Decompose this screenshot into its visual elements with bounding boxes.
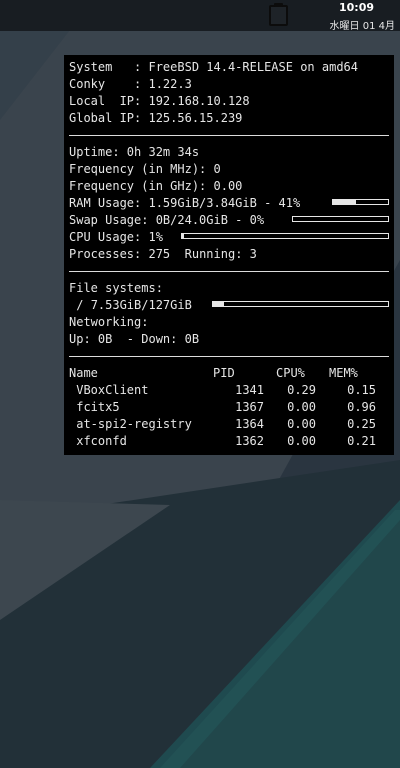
local-ip-row: Local IP: 192.168.10.128 [69,93,389,110]
cpu-usage-bar [181,233,389,239]
swap-usage-value: 0B/24.0GiB - 0% [155,213,265,227]
cpu-usage-value: 1% [148,230,163,244]
processes-row: Processes: 275 Running: 3 [69,246,389,263]
frequency-ghz-label: Frequency (in GHz): [69,179,214,193]
filesystem-usage-bar [212,301,389,307]
process-cpu: 0.29 [287,383,316,397]
divider [69,356,389,357]
process-mem: 0.21 [347,434,376,448]
conky-version-row: Conky : 1.22.3 [69,76,389,93]
networking-title: Networking: [69,315,149,329]
filesystems-title: File systems: [69,281,163,295]
swap-usage-bar [292,216,389,222]
divider [69,271,389,272]
uptime-label: Uptime: [69,145,127,159]
up-label: Up: [69,332,98,346]
filesystem-usage-value: 7.53GiB/127GiB [90,298,192,312]
running-label: Running: [170,247,250,261]
cpu-usage-bar-fill [182,234,185,238]
clipboard-icon[interactable] [269,3,288,26]
conky-widget: System : FreeBSD 14.4-RELEASE on amd64 C… [64,55,394,455]
filesystem-mount: / [69,298,91,312]
frequency-mhz-value: 0 [213,162,221,176]
filesystem-usage-bar-fill [213,302,224,306]
processes-value: 275 [148,247,171,261]
process-cpu: 0.00 [287,417,316,431]
global-ip-value: 125.56.15.239 [148,111,243,125]
column-header-name: Name [69,366,98,380]
process-table-header: Name PID CPU% MEM% [69,365,389,382]
swap-usage-label: Swap Usage: [69,213,156,227]
system-row: System : FreeBSD 14.4-RELEASE on amd64 [69,59,389,76]
frequency-mhz-label: Frequency (in MHz): [69,162,214,176]
conky-label: Conky : [69,77,149,91]
system-value: FreeBSD 14.4-RELEASE on amd64 [148,60,358,74]
process-name: at-spi2-registry [69,417,192,431]
processes-label: Processes: [69,247,149,261]
cpu-usage-label: CPU Usage: [69,230,149,244]
cpu-usage-row: CPU Usage: 1% [69,229,389,246]
process-pid: 1364 [235,417,264,431]
process-mem: 0.96 [347,400,376,414]
ram-usage-label: RAM Usage: [69,196,149,210]
process-pid: 1367 [235,400,264,414]
up-value: 0B [97,332,113,346]
swap-usage-row: Swap Usage: 0B/24.0GiB - 0% [69,212,389,229]
process-row: xfconfd 1362 0.00 0.21 [69,433,389,450]
network-row: Up: 0B - Down: 0B [69,331,389,348]
column-header-mem: MEM% [329,366,358,380]
process-cpu: 0.00 [287,434,316,448]
ram-usage-bar [332,199,389,205]
down-label: - Down: [112,332,185,346]
process-mem: 0.25 [347,417,376,431]
local-ip-label: Local IP: [69,94,149,108]
column-header-pid: PID [213,366,235,380]
process-name: fcitx5 [69,400,120,414]
uptime-row: Uptime: 0h 32m 34s [69,144,389,161]
process-row: at-spi2-registry 1364 0.00 0.25 [69,416,389,433]
system-label: System : [69,60,149,74]
process-name: xfconfd [69,434,127,448]
top-panel: 10:09 水曜日 01 4月 [0,0,400,32]
global-ip-label: Global IP: [69,111,149,125]
process-row: VBoxClient 1341 0.29 0.15 [69,382,389,399]
divider [69,135,389,136]
local-ip-value: 192.168.10.128 [148,94,250,108]
conky-value: 1.22.3 [148,77,192,91]
process-mem: 0.15 [347,383,376,397]
process-pid: 1362 [235,434,264,448]
clock-date[interactable]: 水曜日 01 4月 [330,17,395,32]
process-name: VBoxClient [69,383,149,397]
clock-time[interactable]: 10:09 [339,1,374,14]
process-row: fcitx5 1367 0.00 0.96 [69,399,389,416]
process-cpu: 0.00 [287,400,316,414]
global-ip-row: Global IP: 125.56.15.239 [69,110,389,127]
down-value: 0B [184,332,200,346]
ram-usage-bar-fill [333,200,356,204]
process-pid: 1341 [235,383,264,397]
ram-usage-row: RAM Usage: 1.59GiB/3.84GiB - 41% [69,195,389,212]
uptime-value: 0h 32m 34s [126,145,200,159]
column-header-cpu: CPU% [276,366,305,380]
frequency-ghz-row: Frequency (in GHz): 0.00 [69,178,389,195]
frequency-ghz-value: 0.00 [213,179,243,193]
running-value: 3 [249,247,257,261]
ram-usage-value: 1.59GiB/3.84GiB - 41% [148,196,301,210]
filesystem-root-row: / 7.53GiB/127GiB [69,297,389,314]
frequency-mhz-row: Frequency (in MHz): 0 [69,161,389,178]
